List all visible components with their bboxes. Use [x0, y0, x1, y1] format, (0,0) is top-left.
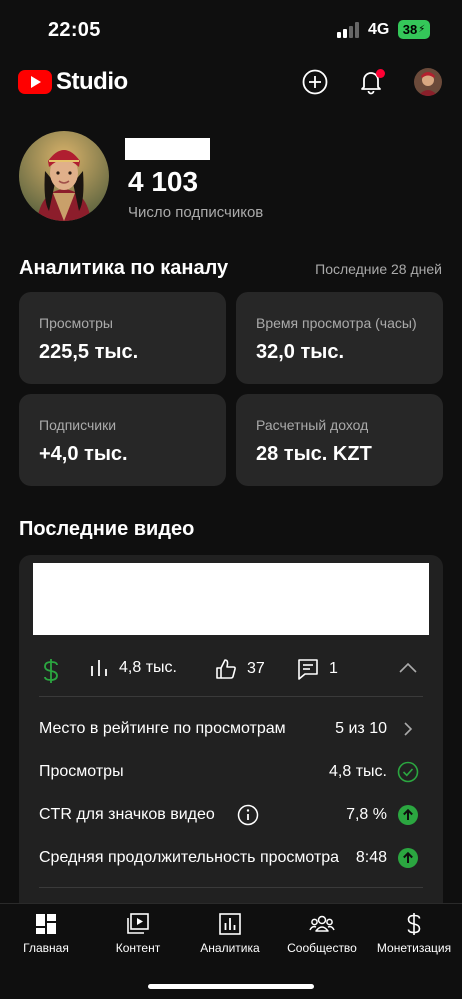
channel-name-redacted	[125, 138, 210, 160]
detail-label: Средняя продолжительность просмотра	[39, 849, 340, 866]
content-icon	[127, 913, 149, 934]
detail-value: 8:48	[355, 849, 387, 866]
status-time: 22:05	[48, 19, 101, 41]
subscriber-label: Число подписчиков	[128, 204, 264, 221]
detail-row-ranking[interactable]: Место в рейтинге по просмотрам 5 из 10	[39, 714, 423, 744]
comment-icon	[298, 659, 318, 680]
nav-item-analytics[interactable]: Аналитика	[184, 912, 276, 955]
home-indicator	[148, 984, 314, 989]
nav-item-monetization[interactable]: Монетизация	[368, 912, 460, 955]
stat-card-subscribers[interactable]: Подписчики +4,0 тыс.	[19, 394, 226, 486]
nav-label: Аналитика	[200, 941, 260, 955]
youtube-play-icon	[18, 70, 52, 94]
recent-videos-title: Последние видео	[19, 518, 195, 540]
signal-icon	[337, 22, 359, 38]
nav-label: Монетизация	[376, 941, 452, 955]
likes-value: 37	[247, 660, 265, 677]
subscriber-count: 4 103	[128, 166, 199, 197]
channel-avatar[interactable]	[19, 131, 109, 221]
divider	[39, 696, 423, 697]
detail-row-avg-duration[interactable]: Средняя продолжительность просмотра 8:48	[39, 843, 423, 873]
dollar-icon	[44, 659, 58, 683]
detail-value: 7,8 %	[346, 806, 387, 823]
detail-value: 4,8 тыс.	[329, 763, 387, 780]
stat-label: Просмотры	[39, 315, 113, 331]
chevron-right-icon	[404, 722, 413, 736]
stat-label: Время просмотра (часы)	[256, 315, 417, 331]
arrow-up-circle-icon	[398, 848, 418, 868]
comments-value: 1	[329, 660, 338, 677]
nav-item-dashboard[interactable]: Главная	[0, 912, 92, 955]
stat-value: +4,0 тыс.	[39, 443, 128, 465]
detail-label: Просмотры	[39, 763, 124, 780]
youtube-studio-logo: Studio	[18, 68, 128, 96]
notification-badge	[376, 69, 385, 78]
charging-icon: ⚡	[418, 24, 426, 35]
nav-label: Главная	[23, 941, 69, 955]
nav-item-community[interactable]: Сообщество	[276, 912, 368, 955]
nav-item-content[interactable]: Контент	[92, 912, 184, 955]
thumbs-up-icon	[216, 659, 236, 679]
app-header: Studio	[0, 58, 462, 106]
stat-card-watch-time[interactable]: Время просмотра (часы) 32,0 тыс.	[236, 292, 443, 384]
network-type: 4G	[368, 21, 390, 38]
avatar-image	[414, 68, 442, 96]
analytics-title: Аналитика по каналу	[19, 257, 229, 279]
detail-value: 5 из 10	[335, 720, 387, 737]
recent-video-card: 4,8 тыс. 37 1 Место в рейтинге по просмо…	[19, 555, 443, 915]
stat-value: 32,0 тыс.	[256, 341, 345, 363]
detail-label: CTR для значков видео	[39, 806, 215, 823]
video-info-redacted[interactable]	[33, 563, 429, 635]
battery-level: 38	[402, 22, 418, 37]
video-metrics-row: 4,8 тыс. 37 1	[19, 652, 443, 694]
nav-label: Контент	[115, 941, 161, 955]
bar-chart-icon	[91, 660, 107, 676]
stat-value: 28 тыс. KZT	[256, 443, 372, 465]
monetization-icon	[407, 913, 421, 935]
create-icon	[302, 69, 328, 95]
monetization-status[interactable]	[41, 658, 71, 684]
arrow-up-circle-icon	[398, 805, 418, 825]
divider	[39, 887, 423, 888]
channel-avatar-image	[19, 131, 109, 221]
analytics-period[interactable]: Последние 28 дней	[315, 261, 442, 277]
check-circle-icon	[397, 761, 419, 783]
detail-row-views[interactable]: Просмотры 4,8 тыс.	[39, 757, 423, 787]
status-bar: 22:05 4G 38 ⚡	[0, 0, 462, 58]
stat-card-views[interactable]: Просмотры 225,5 тыс.	[19, 292, 226, 384]
logo-text: Studio	[56, 68, 128, 95]
detail-label: Место в рейтинге по просмотрам	[39, 720, 286, 737]
notifications-button[interactable]	[357, 68, 385, 96]
stat-value: 225,5 тыс.	[39, 341, 139, 363]
community-icon	[309, 915, 335, 932]
account-avatar[interactable]	[414, 68, 442, 96]
create-button[interactable]	[301, 68, 329, 96]
views-value: 4,8 тыс.	[119, 659, 177, 676]
detail-row-ctr[interactable]: CTR для значков видео 7,8 %	[39, 800, 423, 830]
video-comments-metric[interactable]: 1	[297, 658, 338, 680]
collapse-button[interactable]	[399, 662, 427, 674]
chevron-up-icon	[399, 662, 417, 673]
video-views-metric[interactable]: 4,8 тыс.	[89, 658, 177, 678]
battery-indicator: 38 ⚡	[398, 20, 430, 39]
analytics-icon	[219, 913, 241, 935]
dashboard-icon	[36, 914, 56, 934]
stat-card-revenue[interactable]: Расчетный доход 28 тыс. KZT	[236, 394, 443, 486]
info-icon[interactable]	[237, 804, 259, 826]
video-likes-metric[interactable]: 37	[215, 658, 265, 680]
stat-label: Подписчики	[39, 417, 117, 433]
stat-label: Расчетный доход	[256, 417, 369, 433]
nav-label: Сообщество	[287, 941, 357, 955]
